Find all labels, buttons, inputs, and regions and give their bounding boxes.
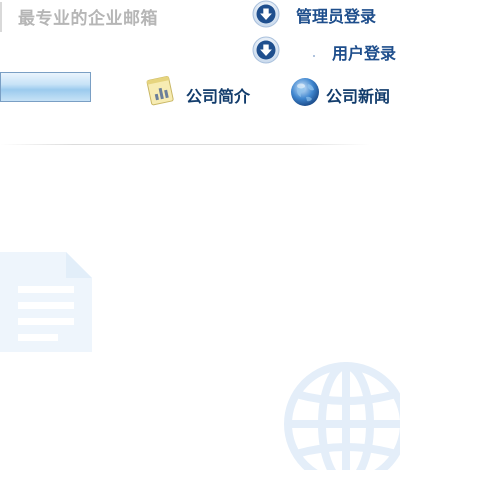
user-login-link[interactable]: 用户登录: [332, 40, 396, 64]
divider-line: [0, 144, 370, 145]
chart-notepad-icon[interactable]: [144, 73, 178, 107]
blue-banner-bar: [0, 72, 91, 102]
down-arrow-circle-icon[interactable]: [252, 36, 280, 64]
document-watermark-icon: [0, 252, 92, 352]
slogan-text: 最专业的企业邮箱: [18, 9, 158, 29]
down-arrow-circle-icon[interactable]: [252, 0, 280, 28]
decorative-dot: [313, 55, 315, 57]
globe-icon[interactable]: [288, 75, 322, 109]
admin-login-link[interactable]: 管理员登录: [296, 3, 376, 27]
left-accent-bar: [0, 2, 2, 32]
company-intro-link[interactable]: 公司简介: [186, 83, 250, 107]
globe-watermark-icon: [284, 362, 400, 470]
company-news-link[interactable]: 公司新闻: [326, 83, 390, 107]
